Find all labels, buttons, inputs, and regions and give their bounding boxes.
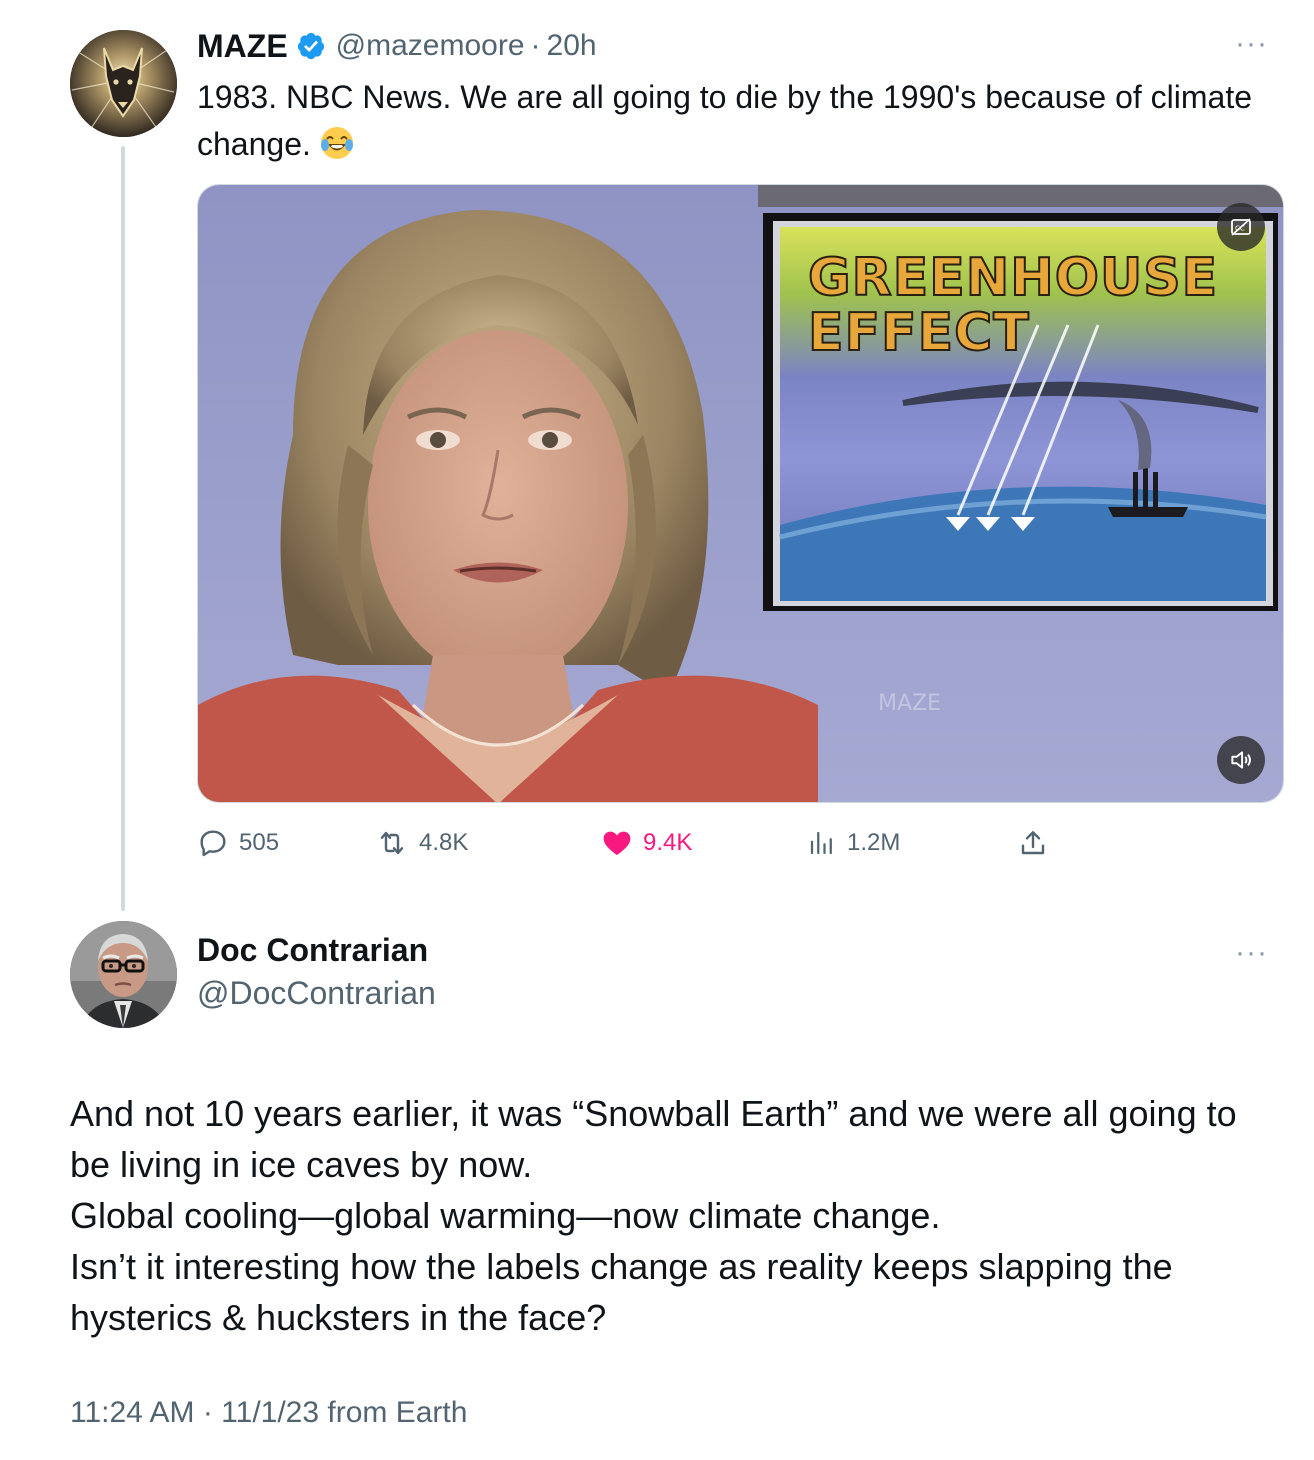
reply-icon (200, 830, 226, 857)
video-frame: GREENHOUSE EFFECT MAZE (198, 185, 1283, 802)
tweet-time[interactable]: 20h (547, 29, 597, 63)
maze-avatar[interactable] (70, 30, 177, 137)
unmute-button[interactable] (1217, 736, 1265, 784)
reply-paragraph: Global cooling—global warming—now climat… (70, 1195, 941, 1236)
doc-contrarian-avatar[interactable] (70, 921, 177, 1028)
header-separator: · (530, 29, 541, 62)
reply-timestamp[interactable]: 11:24 AM · 11/1/23 from Earth (70, 1396, 467, 1430)
captions-off-icon: CC (1231, 218, 1251, 236)
views-button[interactable]: 1.2M (807, 820, 900, 866)
reply-author-display-name[interactable]: Doc Contrarian (197, 932, 428, 969)
retweet-icon (380, 831, 404, 855)
verified-badge-icon[interactable] (296, 31, 326, 61)
more-options-icon[interactable]: ··· (1235, 29, 1268, 59)
reply-count: 505 (239, 829, 280, 856)
speaker-icon (1231, 751, 1251, 769)
reply-paragraph: Isn’t it interesting how the labels chan… (70, 1246, 1173, 1338)
doberman-logo-avatar-icon (70, 30, 177, 137)
view-count: 1.2M (847, 829, 901, 856)
author-display-name[interactable]: MAZE (197, 28, 288, 65)
tweet-header: MAZE @mazemoore · 20h (197, 26, 597, 66)
video-watermark: MAZE (878, 691, 941, 716)
retweet-button[interactable]: 4.8K (375, 820, 468, 866)
share-button[interactable] (1017, 820, 1059, 866)
captions-off-button[interactable]: CC (1217, 203, 1265, 251)
share-upload-icon (1021, 831, 1045, 855)
video-overlay-subtitle: EFFECT (808, 303, 1030, 363)
tweet-text-body: 1983. NBC News. We are all going to die … (197, 79, 1252, 162)
like-button[interactable]: 9.4K (601, 820, 692, 866)
reply-paragraph: And not 10 years earlier, it was “Snowba… (70, 1093, 1237, 1185)
tweet-video[interactable]: GREENHOUSE EFFECT MAZE CC (197, 184, 1284, 803)
tweet-action-bar: 505 4.8K 9.4K 1.2M (197, 820, 1057, 866)
video-overlay-title: GREENHOUSE (808, 248, 1218, 308)
thread-connector-line (121, 146, 125, 911)
reply-author-handle[interactable]: @DocContrarian (197, 975, 436, 1012)
elderly-man-avatar-icon (70, 921, 177, 1028)
reply-text: And not 10 years earlier, it was “Snowba… (70, 1088, 1280, 1343)
analytics-bar-icon (810, 831, 832, 855)
reply-more-options-icon[interactable]: ··· (1235, 938, 1268, 968)
reply-button[interactable]: 505 (197, 820, 279, 866)
heart-filled-icon (603, 831, 631, 855)
retweet-count: 4.8K (419, 829, 469, 856)
face-with-tears-of-joy-emoji-icon (320, 127, 353, 159)
like-count: 9.4K (643, 829, 693, 856)
author-handle[interactable]: @mazemoore (336, 29, 525, 63)
tweet-text: 1983. NBC News. We are all going to die … (197, 74, 1257, 168)
